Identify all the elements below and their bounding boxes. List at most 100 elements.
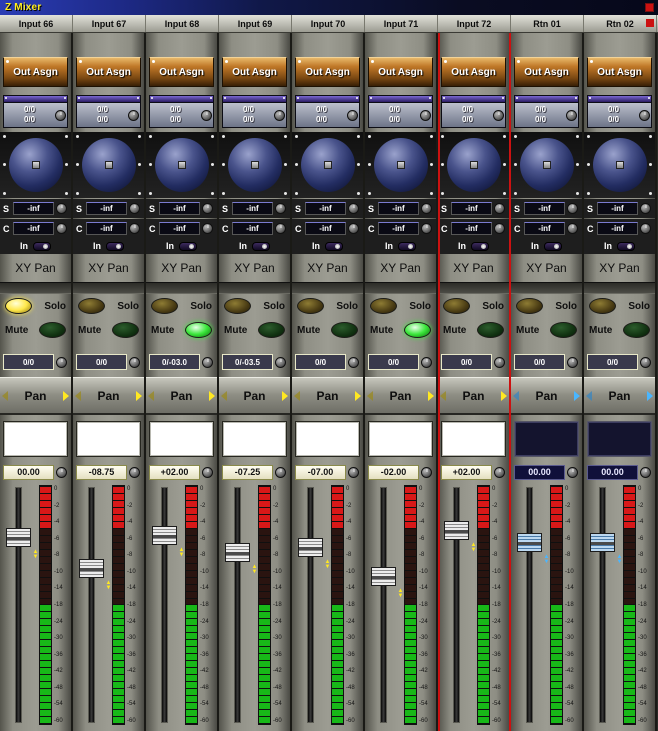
xy-pan-handle[interactable] [324, 161, 332, 169]
knob-icon[interactable] [274, 110, 285, 121]
xy-pan-ball[interactable] [593, 138, 647, 192]
ctl-value[interactable]: -inf [86, 222, 127, 235]
label-scribble-box[interactable] [514, 421, 579, 457]
fader-cap[interactable] [590, 533, 615, 552]
mute-label[interactable]: Mute [5, 325, 28, 336]
xy-pan-handle[interactable] [251, 161, 259, 169]
send-value[interactable]: -inf [451, 202, 492, 215]
send-value[interactable]: -inf [597, 202, 638, 215]
knob-icon[interactable] [202, 203, 213, 214]
mute-label[interactable]: Mute [516, 325, 539, 336]
knob-icon[interactable] [421, 357, 432, 368]
fader[interactable] [367, 485, 403, 725]
pan-left-arrow-icon[interactable] [294, 391, 300, 401]
channel-name-header[interactable]: Input 69 [219, 15, 292, 32]
solo-label[interactable]: Solo [628, 301, 650, 312]
solo-light[interactable] [297, 298, 324, 314]
solo-label[interactable]: Solo [44, 301, 66, 312]
fader-cap[interactable] [6, 528, 31, 547]
pan-left-arrow-icon[interactable] [586, 391, 592, 401]
output-routing-display[interactable]: 0/0 0/0 [149, 95, 214, 128]
pan-control[interactable]: Pan [584, 377, 655, 415]
pan-left-arrow-icon[interactable] [75, 391, 81, 401]
output-routing-display[interactable]: 0/0 0/0 [222, 95, 287, 128]
knob-icon[interactable] [348, 467, 359, 478]
pan-left-arrow-icon[interactable] [440, 391, 446, 401]
pan-right-arrow-icon[interactable] [63, 391, 69, 401]
knob-icon[interactable] [566, 110, 577, 121]
solo-light[interactable] [589, 298, 616, 314]
fader[interactable] [440, 485, 476, 725]
knob-icon[interactable] [129, 357, 140, 368]
fader-nudge-arrows-icon[interactable] [324, 560, 331, 570]
fader[interactable] [2, 485, 38, 725]
fader-track[interactable] [161, 487, 168, 723]
pan-right-arrow-icon[interactable] [355, 391, 361, 401]
xy-pan-pad[interactable] [584, 132, 655, 198]
fader-value[interactable]: -08.75 [76, 465, 127, 480]
knob-icon[interactable] [420, 110, 431, 121]
in-toggle[interactable] [617, 242, 635, 251]
xy-pan-pad[interactable] [0, 132, 71, 198]
mute-label[interactable]: Mute [443, 325, 466, 336]
ctl-value[interactable]: -inf [13, 222, 54, 235]
channel-name-header[interactable]: Input 67 [73, 15, 146, 32]
knob-icon[interactable] [494, 467, 505, 478]
fader-nudge-arrows-icon[interactable] [32, 550, 39, 560]
fader-value[interactable]: 00.00 [587, 465, 638, 480]
xy-pan-pad[interactable] [219, 132, 290, 198]
fader-cap[interactable] [517, 533, 542, 552]
solo-label[interactable]: Solo [555, 301, 577, 312]
out-assign-button[interactable]: Out Asgn [222, 57, 287, 87]
knob-icon[interactable] [56, 203, 67, 214]
fader-nudge-arrows-icon[interactable] [178, 548, 185, 558]
pan-left-arrow-icon[interactable] [513, 391, 519, 401]
pan-control[interactable]: Pan [146, 377, 217, 415]
pan-value[interactable]: 0/-03.5 [222, 354, 273, 370]
output-routing-display[interactable]: 0/0 0/0 [295, 95, 360, 128]
knob-icon[interactable] [567, 223, 578, 234]
send-value[interactable]: -inf [13, 202, 54, 215]
label-scribble-box[interactable] [222, 421, 287, 457]
fader-track[interactable] [15, 487, 22, 723]
knob-icon[interactable] [567, 203, 578, 214]
header-red-button[interactable] [646, 19, 654, 27]
pan-value[interactable]: 0/0 [587, 354, 638, 370]
window-titlebar[interactable]: Z Mixer [0, 0, 658, 15]
fader[interactable] [148, 485, 184, 725]
knob-icon[interactable] [55, 110, 66, 121]
knob-icon[interactable] [202, 223, 213, 234]
xy-pan-ball[interactable] [520, 138, 574, 192]
ctl-value[interactable]: -inf [597, 222, 638, 235]
mute-light[interactable] [185, 322, 212, 338]
mute-label[interactable]: Mute [224, 325, 247, 336]
xy-pan-handle[interactable] [32, 161, 40, 169]
knob-icon[interactable] [275, 357, 286, 368]
out-assign-button[interactable]: Out Asgn [295, 57, 360, 87]
output-routing-display[interactable]: 0/0 0/0 [368, 95, 433, 128]
fader[interactable] [75, 485, 111, 725]
close-button[interactable] [645, 3, 654, 12]
fader-track[interactable] [526, 487, 533, 723]
fader[interactable] [513, 485, 549, 725]
output-routing-display[interactable]: 0/0 0/0 [514, 95, 579, 128]
xy-pan-ball[interactable] [82, 138, 136, 192]
pan-value[interactable]: 0/-03.0 [149, 354, 200, 370]
xy-pan-ball[interactable] [228, 138, 282, 192]
knob-icon[interactable] [275, 203, 286, 214]
ctl-value[interactable]: -inf [232, 222, 273, 235]
fader-cap[interactable] [444, 521, 469, 540]
pan-left-arrow-icon[interactable] [148, 391, 154, 401]
knob-icon[interactable] [640, 357, 651, 368]
knob-icon[interactable] [421, 223, 432, 234]
mute-light[interactable] [331, 322, 358, 338]
output-routing-display[interactable]: 0/0 0/0 [3, 95, 68, 128]
knob-icon[interactable] [56, 223, 67, 234]
solo-label[interactable]: Solo [482, 301, 504, 312]
xy-pan-handle[interactable] [470, 161, 478, 169]
label-scribble-box[interactable] [368, 421, 433, 457]
send-value[interactable]: -inf [232, 202, 273, 215]
mute-light[interactable] [258, 322, 285, 338]
fader-value[interactable]: -07.00 [295, 465, 346, 480]
mute-label[interactable]: Mute [151, 325, 174, 336]
